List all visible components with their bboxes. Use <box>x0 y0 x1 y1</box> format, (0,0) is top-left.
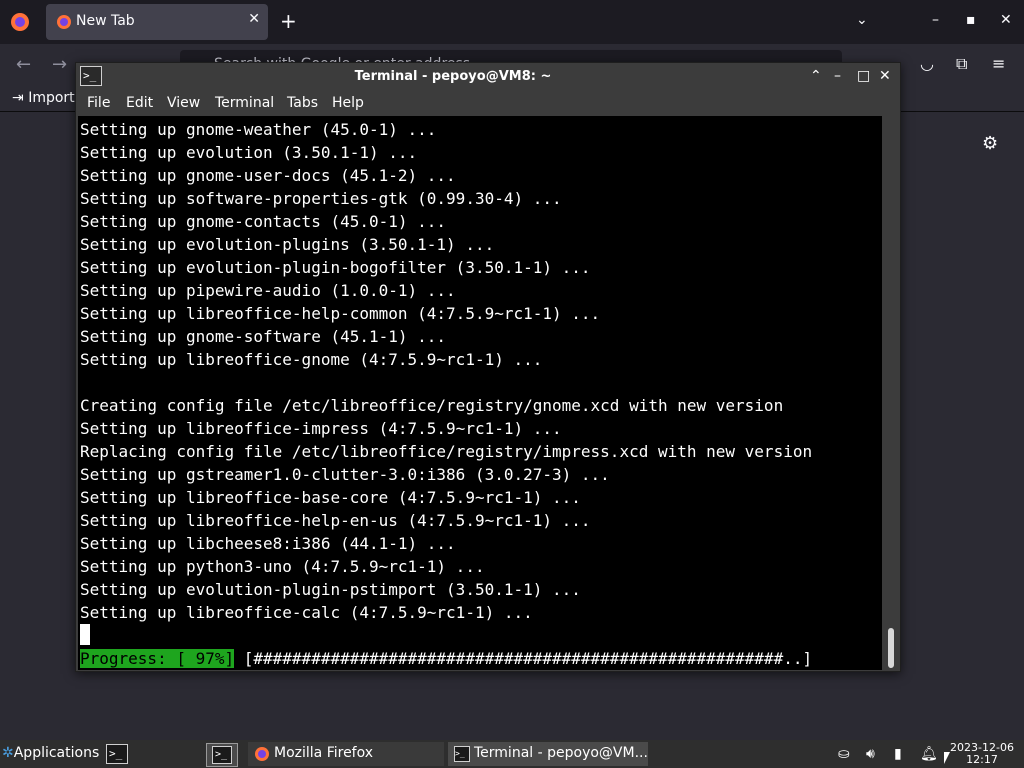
terminal-output[interactable]: Setting up gnome-weather (45.0-1) ... Set… <box>78 116 882 670</box>
terminal-line: Setting up libreoffice-calc (4:7.5.9~rc1… <box>80 603 533 622</box>
text-cursor <box>80 624 90 645</box>
task-firefox[interactable]: Mozilla Firefox <box>248 742 444 766</box>
import-bookmarks-button[interactable]: ⇥ Import <box>12 90 75 106</box>
tab-title: New Tab <box>76 13 135 29</box>
terminal-title: Terminal - pepoyo@VM8: ~ <box>354 69 552 84</box>
terminal-line: Setting up libcheese8:i386 (44.1-1) ... <box>80 534 456 553</box>
terminal-line: Creating config file /etc/libreoffice/re… <box>80 396 784 415</box>
terminal-line: Setting up gnome-contacts (45.0-1) ... <box>80 212 447 231</box>
terminal-line: Setting up evolution-plugin-pstimport (3… <box>80 580 581 599</box>
terminal-line: Setting up evolution-plugin-bogofilter (… <box>80 258 591 277</box>
terminal-menubar: File Edit View Terminal Tabs Help <box>76 91 900 115</box>
terminal-line: Setting up libreoffice-impress (4:7.5.9~… <box>80 419 562 438</box>
terminal-line: Setting up gnome-software (45.1-1) ... <box>80 327 447 346</box>
maximize-icon[interactable]: ▪ <box>966 12 976 28</box>
import-label: Import <box>28 90 75 106</box>
close-icon[interactable]: ✕ <box>879 68 891 84</box>
back-icon[interactable]: ← <box>16 54 31 75</box>
mouse-pointer-icon <box>944 752 950 764</box>
terminal-scrollbar[interactable] <box>883 116 900 670</box>
terminal-launcher-icon[interactable]: >_ <box>106 744 128 764</box>
taskbar: ✲Applications >_ >_ Mozilla Firefox >_ T… <box>0 740 1024 768</box>
menu-help[interactable]: Help <box>332 95 364 111</box>
firefox-logo-icon[interactable] <box>8 10 32 34</box>
clock[interactable]: 2023-12-06 12:17 <box>946 742 1018 766</box>
clock-time: 12:17 <box>966 753 998 766</box>
battery-icon[interactable]: ▮ <box>894 746 902 762</box>
terminal-line: Setting up evolution (3.50.1-1) ... <box>80 143 418 162</box>
terminal-line: Setting up libreoffice-help-common (4:7.… <box>80 304 601 323</box>
firefox-favicon-icon <box>57 15 71 29</box>
applications-label: Applications <box>13 745 100 761</box>
progress-line: Progress: [ 97%] [######################… <box>80 647 812 670</box>
task-terminal[interactable]: >_ Terminal - pepoyo@VM... <box>448 742 648 766</box>
terminal-line: Setting up evolution-plugins (3.50.1-1) … <box>80 235 495 254</box>
menu-tabs[interactable]: Tabs <box>287 95 318 111</box>
terminal-lines: Setting up gnome-weather (45.0-1) ... Set… <box>80 118 812 624</box>
menu-view[interactable]: View <box>167 95 200 111</box>
new-tab-icon[interactable]: + <box>280 9 297 33</box>
menu-terminal[interactable]: Terminal <box>215 95 274 111</box>
workspace-switcher[interactable]: >_ <box>206 743 238 767</box>
terminal-line: Setting up python3-uno (4:7.5.9~rc1-1) .… <box>80 557 485 576</box>
tab-new-tab[interactable]: New Tab ✕ <box>46 4 268 40</box>
scrollbar-thumb[interactable] <box>888 628 894 668</box>
xfce-logo-icon: ✲ <box>2 745 14 761</box>
minimize-icon[interactable]: – <box>834 68 841 84</box>
list-all-tabs-icon[interactable]: ⌄ <box>856 12 868 28</box>
forward-icon[interactable]: → <box>52 54 67 75</box>
maximize-icon[interactable]: □ <box>857 68 870 84</box>
close-window-icon[interactable]: ✕ <box>1000 12 1012 28</box>
task-firefox-label: Mozilla Firefox <box>274 745 374 761</box>
terminal-line: Setting up gnome-weather (45.0-1) ... <box>80 120 437 139</box>
extensions-icon[interactable]: ⧉ <box>956 54 967 74</box>
terminal-window: >_ Terminal - pepoyo@VM8: ~ ⌃ – □ ✕ File… <box>75 62 901 672</box>
hamburger-menu-icon[interactable]: ≡ <box>992 54 1005 73</box>
menu-edit[interactable]: Edit <box>126 95 153 111</box>
terminal-titlebar[interactable]: >_ Terminal - pepoyo@VM8: ~ ⌃ – □ ✕ <box>76 63 900 91</box>
terminal-line: Setting up gstreamer1.0-clutter-3.0:i386… <box>80 465 610 484</box>
terminal-line: Setting up libreoffice-base-core (4:7.5.… <box>80 488 581 507</box>
chevron-up-icon[interactable]: ⌃ <box>810 68 822 84</box>
terminal-line: Setting up libreoffice-gnome (4:7.5.9~rc… <box>80 350 543 369</box>
terminal-line: Setting up software-properties-gtk (0.99… <box>80 189 562 208</box>
terminal-icon: >_ <box>454 746 470 762</box>
firefox-icon <box>255 747 269 761</box>
gear-icon[interactable]: ⚙ <box>982 133 998 154</box>
tab-close-icon[interactable]: ✕ <box>248 11 260 27</box>
terminal-thumbnail-icon: >_ <box>212 746 232 764</box>
applications-menu-button[interactable]: ✲Applications <box>2 745 99 761</box>
progress-bar-text: [#######################################… <box>234 649 813 668</box>
notification-bell-icon[interactable]: 🔔︎ <box>920 746 938 762</box>
terminal-line: Setting up libreoffice-help-en-us (4:7.5… <box>80 511 591 530</box>
minimize-icon[interactable]: – <box>932 12 939 28</box>
terminal-line: Replacing config file /etc/libreoffice/r… <box>80 442 813 461</box>
pocket-icon[interactable]: ◡ <box>920 54 934 73</box>
terminal-line: Setting up pipewire-audio (1.0.0-1) ... <box>80 281 456 300</box>
firefox-tab-bar: New Tab ✕ + ⌄ – ▪ ✕ <box>0 0 1024 44</box>
menu-file[interactable]: File <box>87 95 110 111</box>
network-icon[interactable]: ⛀ <box>838 746 850 762</box>
volume-icon[interactable]: 🔊︎ <box>866 746 875 762</box>
task-terminal-label: Terminal - pepoyo@VM... <box>474 745 648 761</box>
terminal-line: Setting up gnome-user-docs (45.1-2) ... <box>80 166 456 185</box>
progress-label: Progress: [ 97%] <box>80 649 235 668</box>
